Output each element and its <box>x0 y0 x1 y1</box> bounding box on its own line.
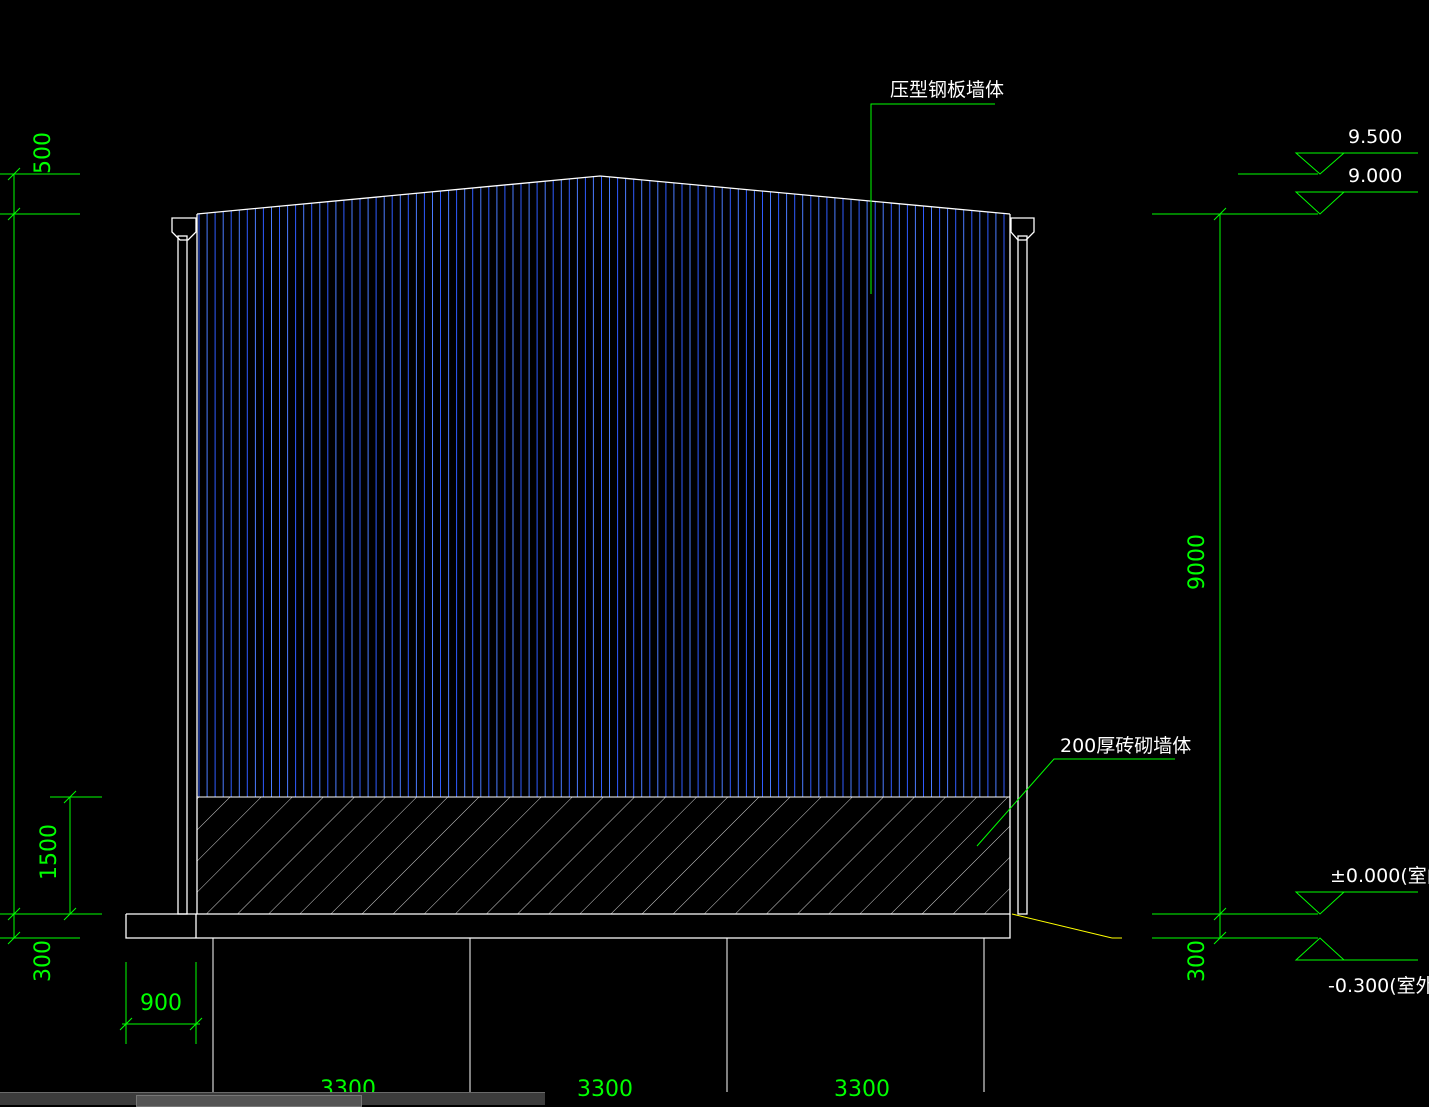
level-floor: ±0.000(室内地 <box>1330 865 1429 887</box>
dim-right-9000: 9000 <box>1185 534 1210 590</box>
status-bar-tab[interactable] <box>136 1095 362 1107</box>
left-dimension-chain <box>0 167 203 1044</box>
dim-brick-1500: 1500 <box>37 824 62 880</box>
left-column <box>177 235 188 915</box>
steel-panel-lines <box>198 176 1005 797</box>
plinth-line <box>125 914 1011 939</box>
grid-lines <box>212 938 985 1092</box>
level-markers <box>1294 152 1418 961</box>
brick-wall-label: 200厚砖砌墙体 <box>1060 735 1191 757</box>
right-column-cap <box>1010 217 1035 241</box>
dim-plinth-900: 900 <box>140 991 182 1016</box>
dim-left-300: 300 <box>31 940 56 982</box>
elevation-drawing: 压型钢板墙体 200厚砖砌墙体 500 300 1500 900 9000 30… <box>0 79 1429 1102</box>
dim-left-500: 500 <box>31 132 56 174</box>
level-ridge: 9.500 <box>1348 126 1402 148</box>
level-eave: 9.000 <box>1348 165 1402 187</box>
apron-slope-line <box>1011 913 1113 939</box>
right-dimension-chain <box>1152 173 1318 945</box>
status-bar <box>0 1092 545 1107</box>
dim-bay-3: 3300 <box>834 1077 890 1102</box>
steel-wall-leader <box>870 103 995 294</box>
brick-wall-hatch <box>196 796 1011 915</box>
steel-wall-label: 压型钢板墙体 <box>890 79 1004 101</box>
dim-bay-2: 3300 <box>577 1077 633 1102</box>
level-ground: -0.300(室外地 <box>1328 975 1429 997</box>
roof-gable-line <box>196 175 1011 215</box>
left-column-cap <box>171 217 197 241</box>
dim-right-300: 300 <box>1185 940 1210 982</box>
right-column <box>1017 235 1028 915</box>
